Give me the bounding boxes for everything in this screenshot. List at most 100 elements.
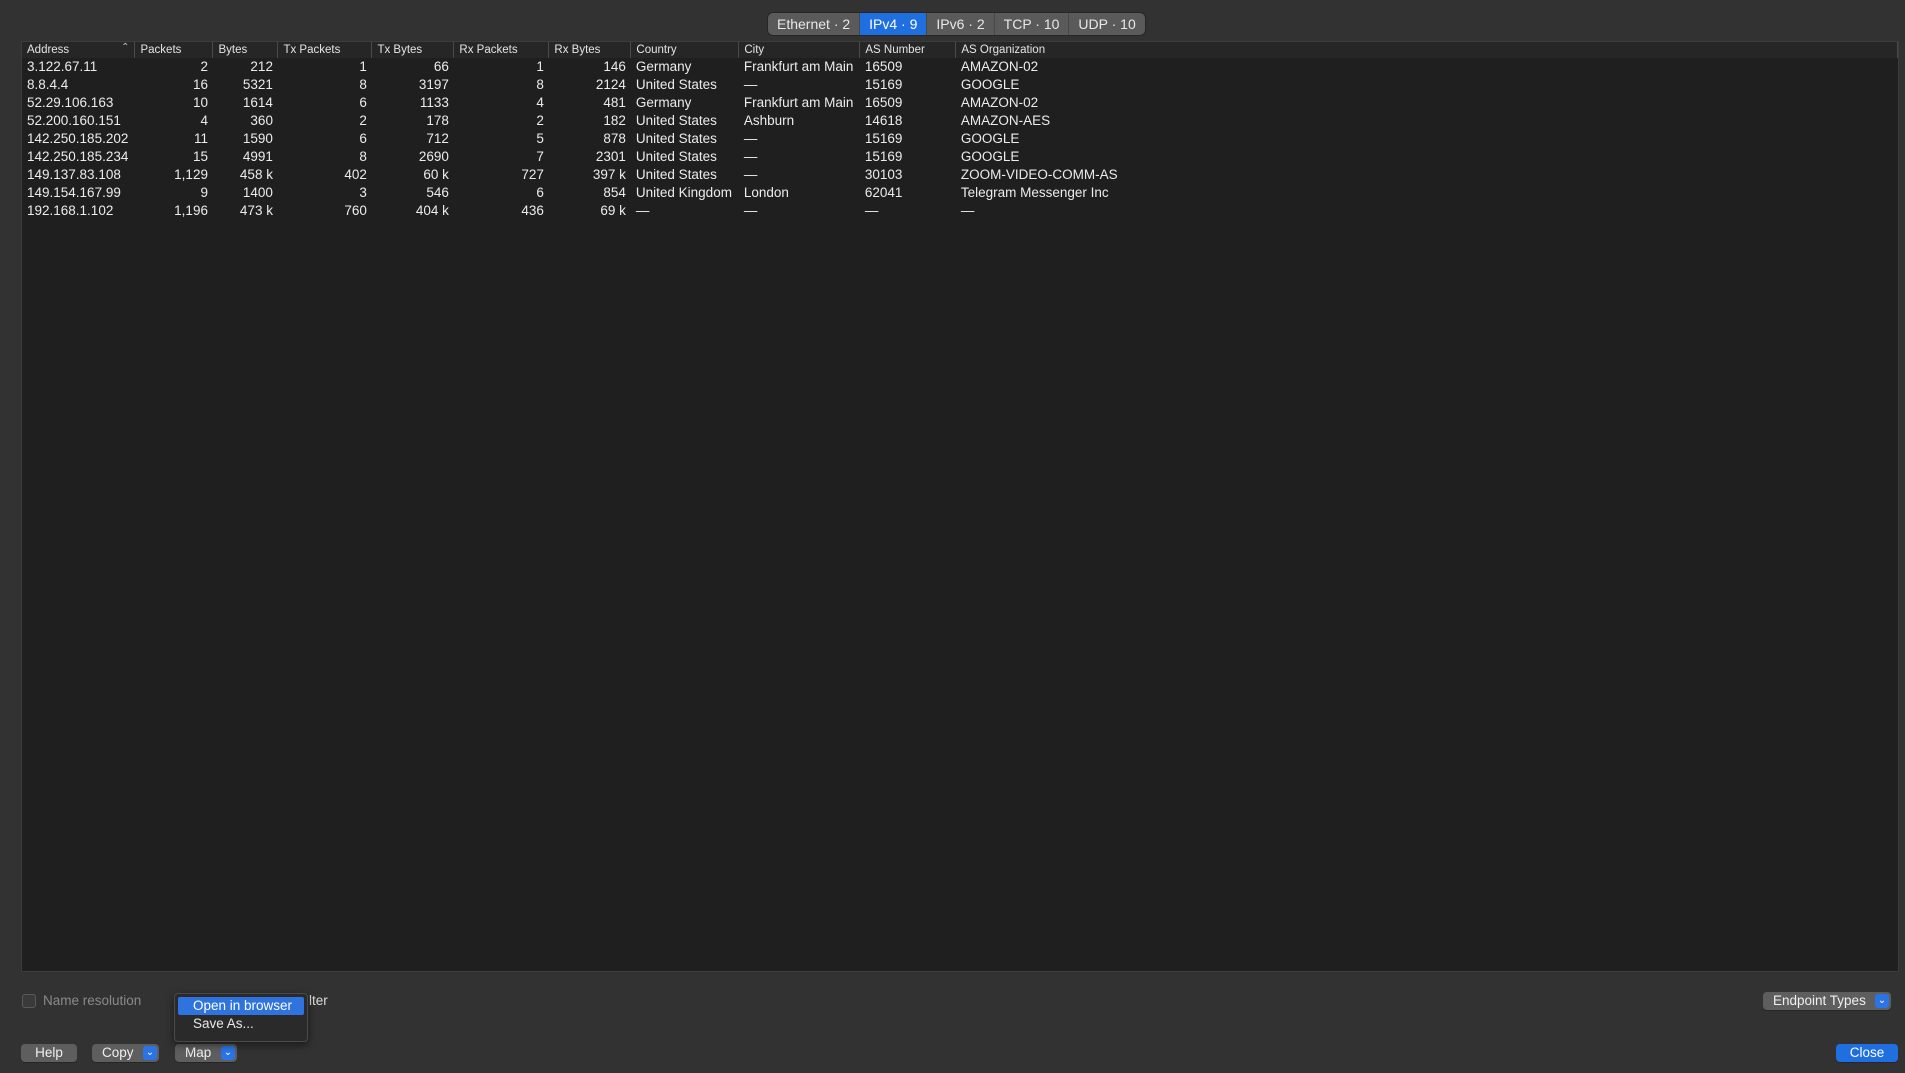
table-cell-rx-packets: 436: [521, 203, 544, 218]
map-button[interactable]: Map ⌄: [175, 1044, 237, 1062]
name-resolution-label: Name resolution: [43, 993, 142, 1008]
tab-udp[interactable]: UDP · 10: [1069, 13, 1144, 35]
table-cell-bytes: 1400: [242, 185, 273, 200]
column-header-bytes[interactable]: Bytes: [212, 42, 279, 58]
table-cell-tx-packets: 1: [359, 59, 367, 74]
table-cell-rx-bytes: 146: [603, 59, 626, 74]
table-cell-tx-bytes: 2690: [418, 149, 449, 164]
endpoint-type-tabs: Ethernet · 2 IPv4 · 9 IPv6 · 2 TCP · 10 …: [768, 13, 1145, 35]
table-cell-as-organization: ZOOM-VIDEO-COMM-AS: [960, 167, 1118, 182]
table-cell-tx-bytes: 66: [433, 59, 449, 74]
chevron-down-icon: ⌄: [1875, 994, 1889, 1008]
table-cell-tx-packets: 6: [359, 131, 367, 146]
column-header-packets[interactable]: Packets: [134, 42, 214, 58]
table-cell-country: —: [635, 203, 650, 218]
column-header-city[interactable]: City: [738, 42, 861, 58]
column-header-rx-packets[interactable]: Rx Packets: [453, 42, 550, 58]
table-cell-city: —: [743, 167, 758, 182]
table-cell-bytes: 212: [250, 59, 273, 74]
table-cell-as-number: 15169: [864, 77, 903, 92]
table-cell-tx-packets: 8: [359, 149, 367, 164]
table-row[interactable]: 52.200.160.151 4 360 2 178 2 182 United States A…: [22, 112, 1898, 130]
table-cell-packets: 9: [200, 185, 208, 200]
menu-item-save-as[interactable]: Save As...: [175, 1015, 307, 1033]
table-cell-bytes: 5321: [242, 77, 273, 92]
table-row[interactable]: 142.250.185.202 11 1590 6 712 5 878 United Stat…: [22, 130, 1898, 148]
column-header-as-organization[interactable]: AS Organization: [955, 42, 1898, 58]
table-cell-rx-bytes: 854: [603, 185, 626, 200]
table-cell-as-number: 15169: [864, 131, 903, 146]
table-cell-rx-bytes: 2124: [595, 77, 626, 92]
table-cell-country: United States: [635, 167, 717, 182]
table-cell-rx-packets: 7: [536, 149, 544, 164]
table-cell-bytes: 1614: [242, 95, 273, 110]
name-resolution-checkbox[interactable]: [22, 993, 36, 1008]
table-cell-packets: 16: [192, 77, 208, 92]
table-cell-tx-bytes: 712: [426, 131, 449, 146]
table-cell-city: Frankfurt am Main: [743, 95, 854, 110]
table-cell-tx-packets: 8: [359, 77, 367, 92]
table-cell-city: —: [743, 131, 758, 146]
table-cell-as-number: 16509: [864, 59, 903, 74]
limit-to-filter-label[interactable]: lter: [309, 993, 328, 1008]
sort-ascending-icon: ⌃: [121, 42, 130, 53]
table-header-row: Address ⌃ Packets Bytes Tx Packets Tx Byt…: [22, 42, 1898, 58]
help-button[interactable]: Help: [21, 1044, 77, 1062]
column-header-as-number[interactable]: AS Number: [859, 42, 957, 58]
table-row[interactable]: 149.137.83.108 1,129 458 k 402 60 k 727 397 k U…: [22, 166, 1898, 184]
column-header-rx-bytes[interactable]: Rx Bytes: [548, 42, 632, 58]
table-cell-city: London: [743, 185, 789, 200]
table-cell-city: —: [743, 149, 758, 164]
table-row[interactable]: 3.122.67.11 2 212 1 66 1 146 Germany Frankfurt a…: [22, 58, 1898, 76]
table-cell-address: 3.122.67.11: [27, 59, 98, 74]
table-cell-as-organization: GOOGLE: [960, 131, 1020, 146]
column-header-country[interactable]: Country: [630, 42, 740, 58]
table-cell-rx-packets: 727: [521, 167, 544, 182]
table-cell-as-organization: Telegram Messenger Inc: [960, 185, 1109, 200]
table-cell-country: United States: [635, 131, 717, 146]
chevron-down-icon: ⌄: [143, 1046, 157, 1060]
endpoint-types-button[interactable]: Endpoint Types ⌄: [1763, 992, 1891, 1010]
column-header-tx-packets[interactable]: Tx Packets: [277, 42, 373, 58]
table-cell-country: United States: [635, 113, 717, 128]
tab-tcp[interactable]: TCP · 10: [995, 13, 1070, 35]
table-cell-as-number: —: [864, 203, 879, 218]
tab-ipv4[interactable]: IPv4 · 9: [860, 13, 928, 35]
menu-item-open-in-browser[interactable]: Open in browser: [178, 997, 304, 1015]
table-cell-bytes: 4991: [242, 149, 273, 164]
table-cell-bytes: 473 k: [239, 203, 273, 218]
copy-button[interactable]: Copy ⌄: [92, 1044, 159, 1062]
table-cell-tx-bytes: 3197: [418, 77, 449, 92]
table-row[interactable]: 192.168.1.102 1,196 473 k 760 404 k 436 69 k — —…: [22, 202, 1898, 220]
table-row[interactable]: 142.250.185.234 15 4991 8 2690 7 2301 United St…: [22, 148, 1898, 166]
close-button[interactable]: Close: [1836, 1044, 1898, 1062]
table-row[interactable]: 52.29.106.163 10 1614 6 1133 4 481 Germany Frank…: [22, 94, 1898, 112]
table-cell-rx-packets: 1: [536, 59, 544, 74]
column-header-address[interactable]: Address ⌃: [22, 42, 136, 58]
map-dropdown-menu: Open in browser Save As...: [174, 993, 308, 1042]
table-cell-as-organization: AMAZON-AES: [960, 113, 1051, 128]
table-cell-as-organization: AMAZON-02: [960, 95, 1039, 110]
table-cell-packets: 10: [192, 95, 208, 110]
table-row[interactable]: 149.154.167.99 9 1400 3 546 6 854 United Kingdo…: [22, 184, 1898, 202]
table-cell-tx-packets: 6: [359, 95, 367, 110]
endpoints-table-container: Address ⌃ Packets Bytes Tx Packets Tx Byt…: [21, 41, 1899, 972]
table-cell-rx-bytes: 69 k: [600, 203, 626, 218]
table-cell-packets: 1,129: [174, 167, 208, 182]
table-cell-tx-packets: 402: [344, 167, 367, 182]
table-cell-country: Germany: [635, 95, 692, 110]
table-cell-address: 149.137.83.108: [27, 167, 121, 182]
table-cell-packets: 1,196: [174, 203, 208, 218]
table-cell-rx-packets: 8: [536, 77, 544, 92]
table-cell-tx-bytes: 60 k: [423, 167, 449, 182]
tab-ipv6[interactable]: IPv6 · 2: [927, 13, 995, 35]
table-cell-packets: 15: [192, 149, 208, 164]
table-cell-city: Frankfurt am Main: [743, 59, 854, 74]
table-cell-rx-packets: 4: [536, 95, 544, 110]
table-cell-address: 8.8.4.4: [27, 77, 69, 92]
map-button-label: Map: [185, 1045, 212, 1060]
column-header-tx-bytes[interactable]: Tx Bytes: [371, 42, 455, 58]
table-row[interactable]: 8.8.4.4 16 5321 8 3197 8 2124 United States — 151…: [22, 76, 1898, 94]
table-cell-as-number: 15169: [864, 149, 903, 164]
tab-ethernet[interactable]: Ethernet · 2: [768, 13, 861, 35]
